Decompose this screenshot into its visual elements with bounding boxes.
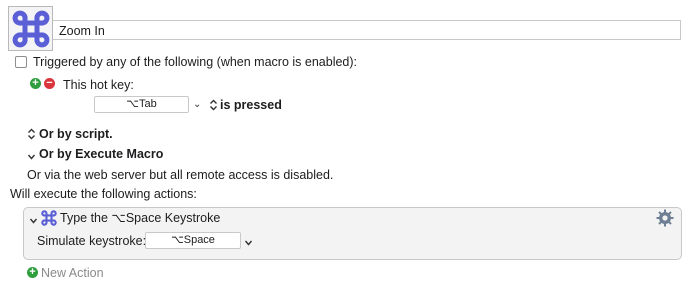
new-action-link[interactable]: New Action xyxy=(41,266,104,280)
new-action-plus-icon[interactable]: + xyxy=(27,267,38,278)
gear-icon[interactable] xyxy=(656,209,674,227)
remove-trigger-icon[interactable]: − xyxy=(44,78,55,89)
simulate-keystroke-label: Simulate keystroke: xyxy=(37,234,147,248)
action-collapse-chevron-icon[interactable] xyxy=(29,214,38,224)
macro-icon-well[interactable] xyxy=(8,6,53,51)
hotkey-chevron-down-icon[interactable]: ⌄ xyxy=(193,99,201,111)
by-script-label[interactable]: Or by script. xyxy=(39,127,113,141)
by-execute-macro-label[interactable]: Or by Execute Macro xyxy=(39,147,163,161)
hotkey-condition-select[interactable]: is pressed xyxy=(220,98,282,112)
execute-macro-chevron-down-icon[interactable] xyxy=(27,150,36,160)
action-cmd-key-icon xyxy=(41,210,57,226)
cmd-key-icon xyxy=(12,10,49,47)
by-script-updown-icon[interactable] xyxy=(27,128,36,140)
keystroke-field[interactable]: ⌥Space xyxy=(145,232,241,249)
add-trigger-icon[interactable]: + xyxy=(30,78,41,89)
action-title: Type the ⌥Space Keystroke xyxy=(60,211,221,225)
condition-updown-icon[interactable] xyxy=(209,99,218,111)
hotkey-label: This hot key: xyxy=(63,78,134,92)
triggered-label: Triggered by any of the following (when … xyxy=(33,55,358,69)
web-server-note: Or via the web server but all remote acc… xyxy=(27,168,334,182)
actions-header: Will execute the following actions: xyxy=(10,187,197,201)
hotkey-field[interactable]: ⌥Tab xyxy=(94,96,189,113)
keystroke-chevron-down-icon[interactable] xyxy=(244,236,253,246)
triggered-checkbox[interactable] xyxy=(15,56,27,68)
macro-name-field[interactable]: Zoom In xyxy=(53,20,681,40)
